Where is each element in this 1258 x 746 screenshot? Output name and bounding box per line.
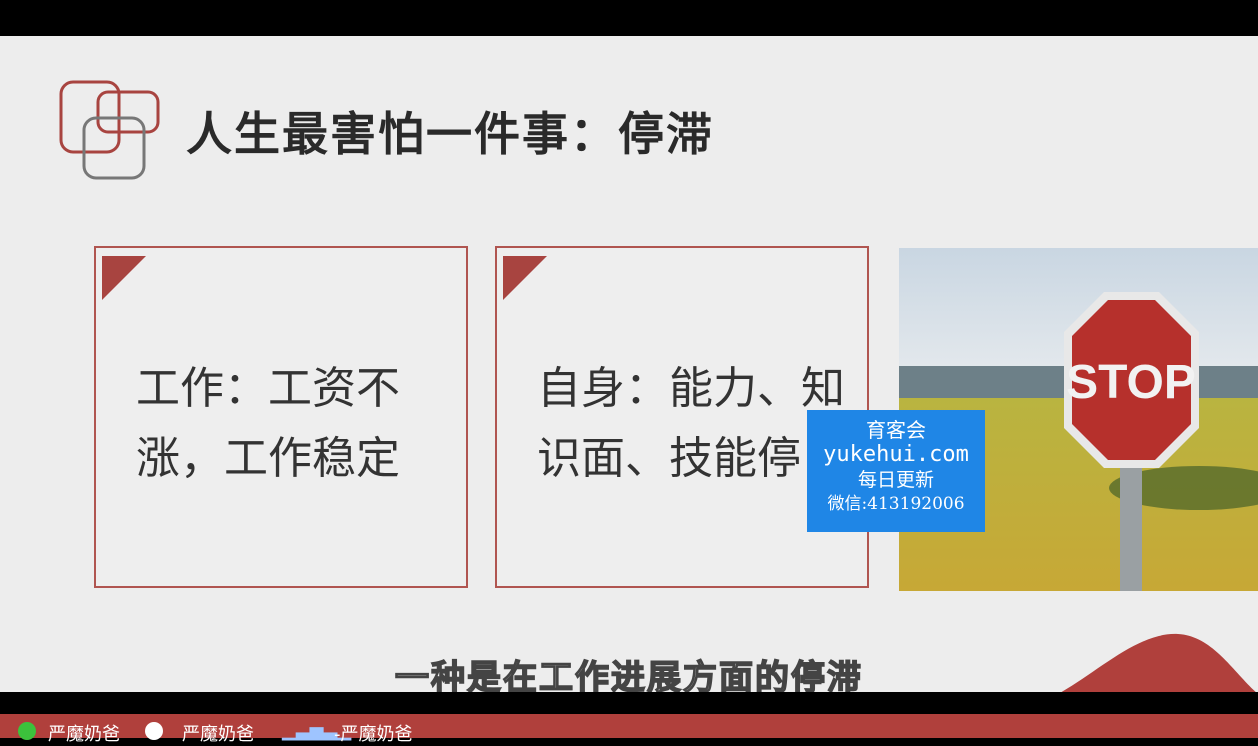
overlapping-squares-logo [59, 80, 160, 180]
corner-triangle [503, 256, 547, 300]
corner-triangle [102, 256, 146, 300]
watermark-line: 每日更新 [857, 469, 934, 491]
watermark-badge: 育客会 yukehui.com 每日更新 微信:413192006 [807, 410, 985, 532]
footer-bar: 严魔奶爸 严魔奶爸 ▁▃▅▃▁ -严魔奶爸 [0, 714, 1258, 745]
slide: 人生最害怕一件事：停滞 工作：工资不涨，工作稳定 自身：能力、知识面、技能停 S… [0, 36, 1258, 692]
slide-title: 人生最害怕一件事：停滞 [186, 107, 714, 161]
stop-sign-text: STOP [1066, 356, 1196, 409]
weibo-icon [145, 722, 163, 740]
card-text: 工作：工资不涨，工作稳定 [136, 363, 400, 484]
watermark-line: 微信:413192006 [827, 494, 965, 514]
footer-item: 严魔奶爸 [48, 724, 120, 745]
card-text: 自身：能力、知识面、技能停 [537, 363, 845, 484]
footer-item: 严魔奶爸 [182, 724, 254, 745]
card-work: 工作：工资不涨，工作稳定 [94, 246, 468, 588]
watermark-line: 育客会 [866, 418, 926, 442]
footer-item: -严魔奶爸 [334, 724, 413, 745]
video-subtitle: 一种是在工作进展方面的停滞 [394, 657, 863, 692]
wechat-icon [18, 722, 36, 740]
watermark-line: yukehui.com [823, 442, 969, 467]
